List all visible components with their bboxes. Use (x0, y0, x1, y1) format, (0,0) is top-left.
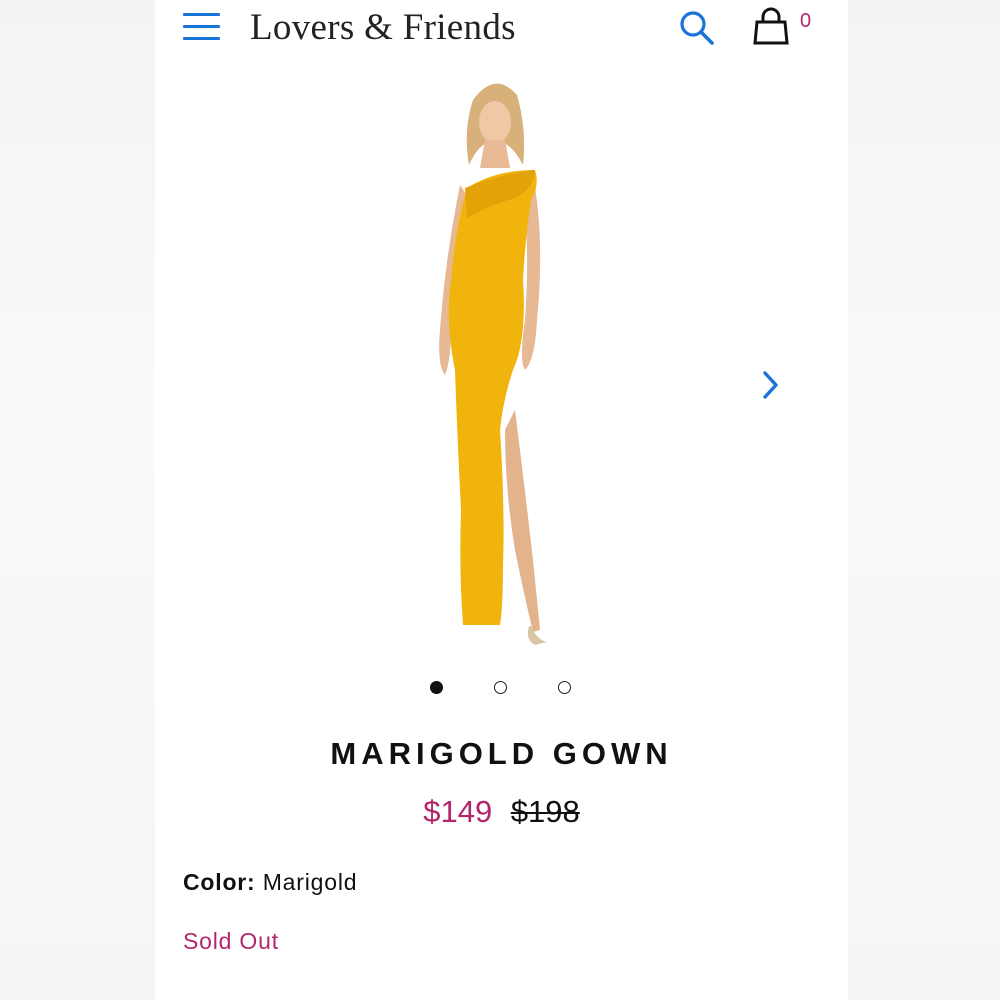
stock-status: Sold Out (183, 928, 279, 954)
price-row: $149 $198 (155, 794, 848, 830)
original-price: $198 (510, 794, 580, 829)
gallery-dot-3[interactable] (558, 681, 571, 694)
background-left (0, 0, 155, 1000)
gallery-pagination (428, 681, 578, 697)
product-image[interactable] (385, 70, 605, 650)
cart-count-badge[interactable]: 0 (800, 10, 811, 33)
shopping-bag-icon[interactable] (751, 6, 791, 46)
gallery-dot-2[interactable] (494, 681, 507, 694)
color-label: Color: (183, 869, 256, 895)
color-row: Color: Marigold (183, 869, 357, 896)
color-value: Marigold (262, 869, 358, 895)
product-title: MARIGOLD GOWN (330, 736, 673, 771)
search-icon[interactable] (677, 8, 717, 48)
gallery-dot-1[interactable] (430, 681, 443, 694)
background-right (848, 0, 1000, 1000)
sale-price: $149 (423, 794, 493, 829)
brand-logo[interactable]: Lovers & Friends (250, 6, 516, 49)
product-page: Lovers & Friends 0 MARIGOLD GOWN $149 $1… (155, 0, 848, 1000)
menu-icon[interactable] (183, 13, 221, 43)
next-image-arrow-icon[interactable] (755, 367, 785, 403)
